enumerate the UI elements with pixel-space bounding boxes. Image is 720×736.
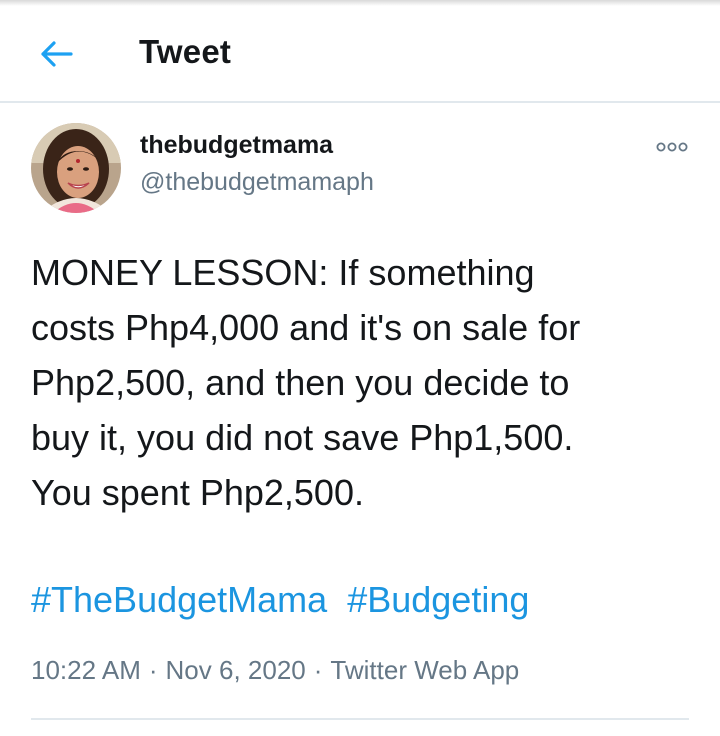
avatar-image <box>31 123 121 213</box>
more-options-icon <box>656 142 688 152</box>
tweet-text-line: buy it, you did not save Php1,500. <box>31 417 574 458</box>
more-options-button[interactable] <box>652 136 692 158</box>
tweet-text-line: You spent Php2,500. <box>31 472 364 513</box>
hashtags: #TheBudgetMama #Budgeting <box>31 575 529 625</box>
user-handle[interactable]: @thebudgetmamaph <box>140 168 374 197</box>
app-header: Tweet <box>0 0 720 103</box>
meta-separator: · <box>313 655 323 685</box>
tweet-source[interactable]: Twitter Web App <box>330 655 519 685</box>
arrow-left-icon <box>41 41 73 67</box>
tweet-text: MONEY LESSON: If something costs Php4,00… <box>31 245 696 520</box>
tweet-date[interactable]: Nov 6, 2020 <box>166 655 306 685</box>
display-name[interactable]: thebudgetmama <box>140 131 333 160</box>
tweet-text-line: costs Php4,000 and it's on sale for <box>31 307 581 348</box>
hashtag-link[interactable]: #Budgeting <box>347 579 529 620</box>
meta-separator: · <box>148 655 158 685</box>
divider <box>31 718 689 720</box>
tweet-meta: 10:22 AM · Nov 6, 2020 · Twitter Web App <box>31 655 519 686</box>
hashtag-link[interactable]: #TheBudgetMama <box>31 579 327 620</box>
tweet-text-line: MONEY LESSON: If something <box>31 252 535 293</box>
back-button[interactable] <box>34 34 78 74</box>
tweet-text-line: Php2,500, and then you decide to <box>31 362 570 403</box>
page-title: Tweet <box>139 33 232 70</box>
avatar[interactable] <box>31 123 121 213</box>
tweet-time[interactable]: 10:22 AM <box>31 655 141 685</box>
